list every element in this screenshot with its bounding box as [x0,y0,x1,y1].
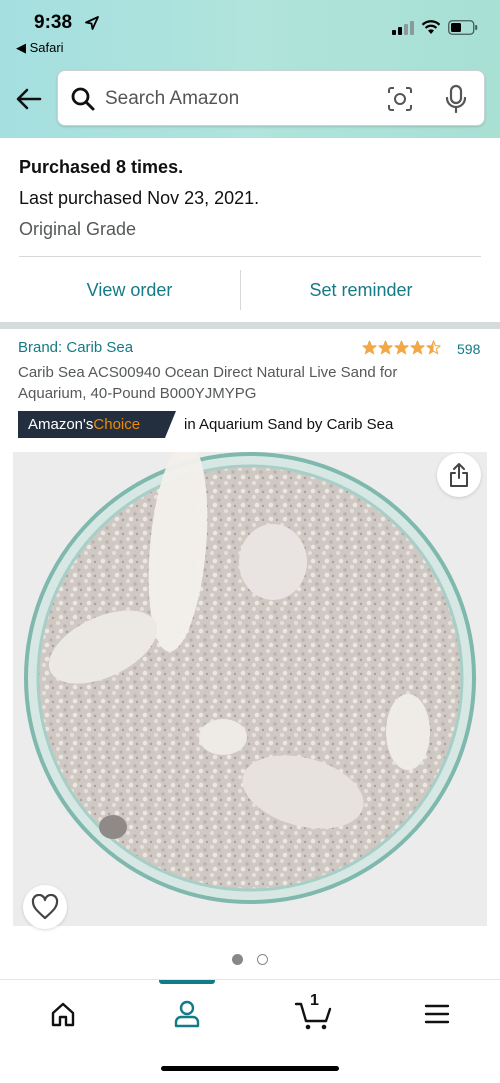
last-purchased-date: Last purchased Nov 23, 2021. [19,188,260,208]
divider [19,256,481,257]
carousel-dot[interactable] [257,954,268,965]
home-indicator [161,1066,339,1071]
back-to-safari-link[interactable]: ◀ Safari [16,40,64,56]
account-icon [174,1000,200,1028]
rating-count[interactable]: 598 [457,341,480,357]
camera-search-icon[interactable] [386,85,414,113]
amazons-choice-badge: Amazon's Choice [18,411,176,438]
home-icon [51,1002,75,1027]
star-icon [394,340,409,355]
nav-cart[interactable]: 1 [292,992,336,1032]
wishlist-button[interactable] [23,885,67,929]
carousel-dot-active[interactable] [232,954,243,965]
location-arrow-icon [85,16,99,30]
brand-link[interactable]: Brand: Carib Sea [18,339,133,356]
status-time: 9:38 [34,12,73,33]
menu-icon [424,1004,450,1024]
nav-account[interactable] [167,996,207,1032]
product-image[interactable] [13,452,487,926]
set-reminder-button[interactable]: Set reminder [241,268,481,312]
back-arrow-icon[interactable] [14,84,44,114]
microphone-icon[interactable] [444,83,468,115]
search-icon [71,87,95,111]
battery-icon [448,20,478,35]
search-bar[interactable] [57,70,485,126]
share-button[interactable] [437,453,481,497]
star-icon [426,340,441,355]
product-grade: Original Grade [19,219,137,239]
choice-category: in Aquarium Sand by Carib Sea [184,416,394,433]
badge-prefix: Amazon's [28,416,94,433]
nav-home[interactable] [43,996,83,1032]
purchase-count: Purchased 8 times. [19,157,184,177]
section-divider [0,322,500,329]
sand-dish-illustration [24,452,476,904]
heart-icon [31,894,59,920]
view-order-button[interactable]: View order [19,268,240,312]
star-icon [362,340,377,355]
status-indicators [392,20,478,35]
cart-count: 1 [310,992,319,1009]
share-icon [450,463,468,487]
cellular-signal-icon [392,20,414,35]
star-rating[interactable] [362,340,441,355]
search-input[interactable] [105,85,365,113]
active-tab-indicator [159,980,215,984]
nav-menu[interactable] [417,996,457,1032]
star-icon [410,340,425,355]
product-title[interactable]: Carib Sea ACS00940 Ocean Direct Natural … [18,362,458,404]
star-icon [378,340,393,355]
badge-highlight: Choice [93,416,141,433]
wifi-icon [421,20,441,34]
